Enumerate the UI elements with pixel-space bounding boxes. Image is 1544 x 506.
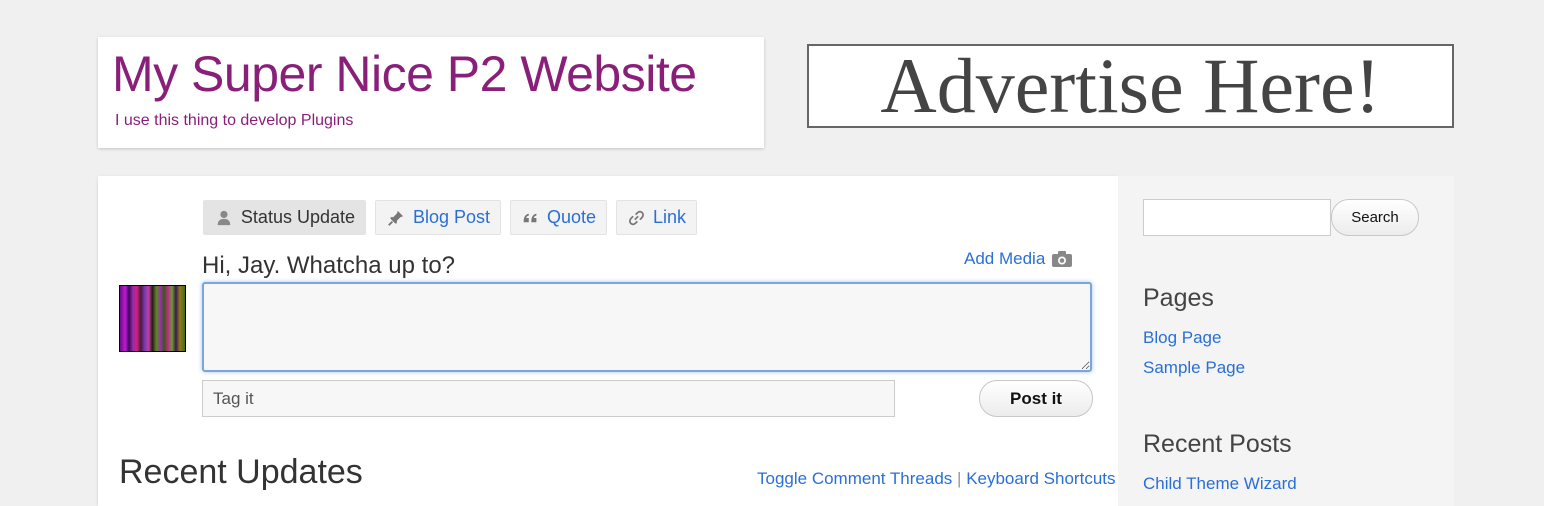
recent-updates-actions: Toggle Comment Threads | Keyboard Shortc…	[757, 469, 1116, 489]
person-icon	[217, 210, 231, 225]
avatar	[119, 285, 186, 352]
search-input[interactable]	[1143, 199, 1331, 236]
sidebar-link-sample-page[interactable]: Sample Page	[1143, 358, 1245, 378]
link-icon	[629, 210, 644, 225]
recent-posts-widget-title: Recent Posts	[1143, 430, 1292, 458]
tab-status-update[interactable]: Status Update	[203, 200, 366, 235]
search-button[interactable]: Search	[1331, 199, 1419, 236]
pages-widget-title: Pages	[1143, 284, 1214, 312]
separator: |	[957, 469, 962, 488]
postbox-greeting: Hi, Jay. Whatcha up to?	[202, 252, 456, 279]
tab-link[interactable]: Link	[616, 200, 697, 235]
keyboard-shortcuts-link[interactable]: Keyboard Shortcuts	[966, 469, 1115, 488]
quote-icon	[523, 213, 537, 222]
tab-blog-post[interactable]: Blog Post	[375, 200, 501, 235]
tab-label: Link	[652, 207, 686, 227]
tab-quote[interactable]: Quote	[510, 200, 607, 235]
sidebar-link-blog-page[interactable]: Blog Page	[1143, 328, 1221, 348]
sidebar-link-child-theme-wizard[interactable]: Child Theme Wizard	[1143, 474, 1297, 494]
site-title[interactable]: My Super Nice P2 Website	[112, 45, 697, 103]
camera-icon	[1052, 251, 1073, 267]
add-media-label: Add Media	[964, 249, 1046, 268]
post-button[interactable]: Post it	[979, 380, 1093, 417]
add-media-button[interactable]: Add Media	[964, 249, 1073, 269]
toggle-comment-threads-link[interactable]: Toggle Comment Threads	[757, 469, 952, 488]
tab-label: Blog Post	[412, 207, 490, 227]
tab-label: Status Update	[240, 207, 355, 227]
status-textarea[interactable]	[202, 282, 1092, 372]
tag-input[interactable]	[202, 380, 895, 417]
site-header: My Super Nice P2 Website I use this thin…	[98, 37, 764, 148]
tab-label: Quote	[546, 207, 596, 227]
recent-updates-title: Recent Updates	[119, 453, 363, 491]
ad-banner[interactable]: Advertise Here!	[807, 44, 1454, 128]
ad-text: Advertise Here!	[880, 42, 1381, 129]
pin-icon	[388, 210, 404, 226]
site-description: I use this thing to develop Plugins	[115, 112, 354, 129]
